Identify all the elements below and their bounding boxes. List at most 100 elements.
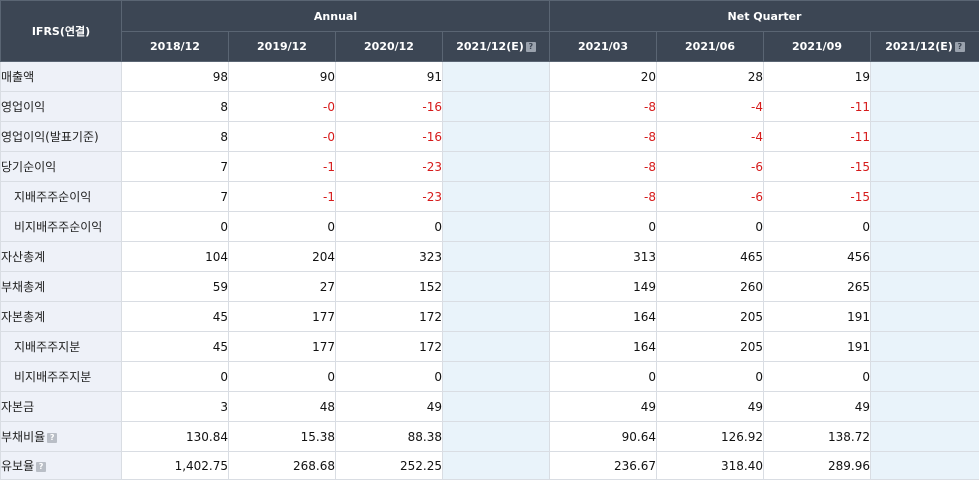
table-row: 영업이익 8 -0 -16 -8 -4 -11 <box>0 91 979 122</box>
value-cell: 3 <box>121 391 229 422</box>
value-cell: 59 <box>121 271 229 302</box>
col-annual-2020-12: 2020/12 <box>335 31 443 62</box>
help-icon[interactable]: ? <box>525 42 536 52</box>
help-icon[interactable]: ? <box>47 433 58 443</box>
table-row: 자본금 3 48 49 49 49 49 <box>0 391 979 422</box>
value-cell: 0 <box>656 361 765 392</box>
value-cell: -23 <box>335 151 443 182</box>
estimate-cell <box>870 361 979 392</box>
row-label-text: 유보율 <box>1 459 35 473</box>
estimate-cell <box>441 301 551 332</box>
col-quarter-2021-06: 2021/06 <box>656 31 765 62</box>
annual-group-header: Annual <box>120 0 551 32</box>
row-label-text: 당기순이익 <box>1 160 57 174</box>
row-label: 비지배주주순이익 <box>0 211 122 242</box>
row-label-text: 지배주주지분 <box>14 340 81 354</box>
value-cell: 318.40 <box>656 451 765 480</box>
value-cell: -6 <box>656 181 765 212</box>
row-label: 자산총계 <box>0 241 122 272</box>
value-cell: -8 <box>549 151 658 182</box>
col-annual-2021-12-e: 2021/12(E)? <box>441 31 551 62</box>
value-cell: 48 <box>228 391 336 422</box>
col-annual-2021-12-e-label: 2021/12(E) <box>456 40 524 53</box>
value-cell: 20 <box>549 61 658 92</box>
row-label-text: 자산총계 <box>1 250 46 264</box>
value-cell: 164 <box>549 331 658 362</box>
value-cell: 91 <box>335 61 443 92</box>
table-row: 유보율? 1,402.75 268.68 252.25 236.67 318.40 289.… <box>0 451 979 480</box>
table-body: 매출액 98 90 91 20 28 19 영업이익 8 -0 -16 -8 -4 -11 영업이익(발표기… <box>0 61 979 480</box>
value-cell: -15 <box>763 181 872 212</box>
value-cell: 7 <box>121 151 229 182</box>
col-quarter-2021-09: 2021/09 <box>763 31 872 62</box>
estimate-cell <box>441 451 551 480</box>
value-cell: -11 <box>763 91 872 122</box>
value-cell: 0 <box>228 361 336 392</box>
value-cell: 313 <box>549 241 658 272</box>
row-label-text: 부채비율 <box>1 430 46 444</box>
estimate-cell <box>870 421 979 452</box>
estimate-cell <box>870 301 979 332</box>
value-cell: 27 <box>228 271 336 302</box>
help-icon[interactable]: ? <box>954 42 965 52</box>
value-cell: 0 <box>549 361 658 392</box>
value-cell: 177 <box>228 331 336 362</box>
row-label-text: 부채총계 <box>1 280 46 294</box>
estimate-cell <box>441 391 551 422</box>
value-cell: -16 <box>335 121 443 152</box>
value-cell: 90.64 <box>549 421 658 452</box>
value-cell: 126.92 <box>656 421 765 452</box>
value-cell: 465 <box>656 241 765 272</box>
value-cell: 164 <box>549 301 658 332</box>
value-cell: 0 <box>335 361 443 392</box>
value-cell: 49 <box>549 391 658 422</box>
table-row: 매출액 98 90 91 20 28 19 <box>0 61 979 92</box>
value-cell: 236.67 <box>549 451 658 480</box>
value-cell: 45 <box>121 301 229 332</box>
estimate-cell <box>870 241 979 272</box>
col-quarter-2021-12-e-label: 2021/12(E) <box>885 40 953 53</box>
value-cell: 152 <box>335 271 443 302</box>
net-quarter-group-header: Net Quarter <box>549 0 979 32</box>
help-icon[interactable]: ? <box>36 462 47 472</box>
value-cell: -0 <box>228 121 336 152</box>
row-label-text: 비지배주주지분 <box>14 370 92 384</box>
col-annual-2019-12: 2019/12 <box>228 31 336 62</box>
value-cell: 130.84 <box>121 421 229 452</box>
value-cell: -0 <box>228 91 336 122</box>
row-label: 자본금 <box>0 391 122 422</box>
table-row: 부채비율? 130.84 15.38 88.38 90.64 126.92 138.72 <box>0 421 979 452</box>
estimate-cell <box>441 181 551 212</box>
value-cell: 191 <box>763 301 872 332</box>
row-label: 지배주주순이익 <box>0 181 122 212</box>
value-cell: 1,402.75 <box>121 451 229 480</box>
estimate-cell <box>441 91 551 122</box>
row-label: 영업이익 <box>0 91 122 122</box>
table-row: 영업이익(발표기준) 8 -0 -16 -8 -4 -11 <box>0 121 979 152</box>
row-label: 매출액 <box>0 61 122 92</box>
row-label-text: 지배주주순이익 <box>14 190 92 204</box>
value-cell: -8 <box>549 121 658 152</box>
row-label: 당기순이익 <box>0 151 122 182</box>
estimate-cell <box>870 181 979 212</box>
value-cell: 45 <box>121 331 229 362</box>
row-label: 비지배주주지분 <box>0 361 122 392</box>
estimate-cell <box>870 211 979 242</box>
table-row: 지배주주지분 45 177 172 164 205 191 <box>0 331 979 362</box>
estimate-cell <box>441 361 551 392</box>
estimate-cell <box>441 421 551 452</box>
value-cell: 49 <box>335 391 443 422</box>
value-cell: 88.38 <box>335 421 443 452</box>
value-cell: -8 <box>549 91 658 122</box>
table-row: 비지배주주지분 0 0 0 0 0 0 <box>0 361 979 392</box>
value-cell: 205 <box>656 331 765 362</box>
estimate-cell <box>870 91 979 122</box>
value-cell: 0 <box>121 361 229 392</box>
table-row: 비지배주주순이익 0 0 0 0 0 0 <box>0 211 979 242</box>
row-label-text: 매출액 <box>1 70 35 84</box>
value-cell: 191 <box>763 331 872 362</box>
table-row: 자본총계 45 177 172 164 205 191 <box>0 301 979 332</box>
value-cell: 8 <box>121 121 229 152</box>
value-cell: -6 <box>656 151 765 182</box>
value-cell: -4 <box>656 91 765 122</box>
